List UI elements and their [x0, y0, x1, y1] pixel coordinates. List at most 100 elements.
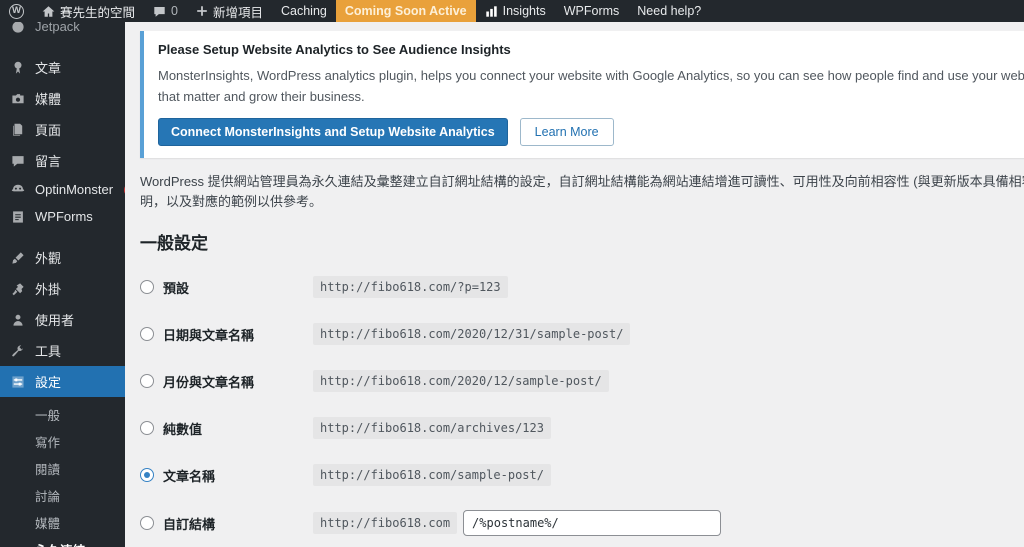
option-row-custom: 自訂結構 http://fibo618.com [140, 510, 1024, 537]
sidebar-item-posts[interactable]: 文章 [0, 52, 125, 83]
sidebar-item-label: OptinMonster [35, 182, 114, 197]
settings-submenu: 一般 寫作 閱讀 討論 媒體 永久連結 隱私權 [0, 397, 125, 547]
sidebar-item-label: 工具 [35, 344, 62, 359]
comment-bubble-icon [10, 154, 26, 168]
wpforms-menu[interactable]: WPForms [555, 0, 629, 22]
site-name-menu[interactable]: 賽先生的空間 [33, 0, 144, 22]
new-content-menu[interactable]: 新增項目 [187, 0, 272, 22]
option-label[interactable]: 純數值 [163, 419, 313, 438]
radio-plain[interactable] [140, 280, 154, 295]
update-count-badge: 1 [124, 182, 125, 197]
wordpress-logo-icon: W [9, 3, 24, 19]
sidebar-item-comments[interactable]: 留言 [0, 145, 125, 176]
sidebar-item-label: 外觀 [35, 251, 62, 266]
custom-structure-input[interactable] [463, 510, 722, 537]
learn-more-button[interactable]: Learn More [519, 117, 614, 146]
sidebar-item-appearance[interactable]: 外觀 [0, 242, 125, 273]
sidebar-item-label: 設定 [35, 375, 62, 390]
url-example: http://fibo618.com/2020/12/sample-post/ [313, 370, 609, 393]
url-prefix: http://fibo618.com [313, 512, 458, 535]
sidebar-item-users[interactable]: 使用者 [0, 304, 125, 335]
option-row-post-name: 文章名稱 http://fibo618.com/sample-post/ [140, 463, 1024, 487]
sidebar-item-label: 媒體 [35, 92, 62, 107]
content-area: Please Setup Website Analytics to See Au… [125, 22, 1024, 547]
sidebar-item-tools[interactable]: 工具 [0, 335, 125, 366]
insights-label: Insights [502, 4, 546, 18]
permalinks-intro: WordPress 提供網站管理員為永久連結及彙整建立自訂網址結構的設定，自訂網… [140, 172, 1024, 212]
new-item-label: 新增項目 [212, 5, 263, 20]
caching-label: Caching [280, 4, 327, 18]
sidebar-item-label: 外掛 [35, 282, 62, 297]
url-example: http://fibo618.com/archives/123 [313, 417, 551, 440]
submenu-general[interactable]: 一般 [0, 401, 125, 428]
option-label[interactable]: 自訂結構 [163, 514, 313, 533]
admin-sidebar: Jetpack 文章 媒體 頁面 留言 OptinMonster 1 [0, 22, 125, 547]
option-label[interactable]: 月份與文章名稱 [163, 372, 313, 391]
radio-post-name[interactable] [140, 468, 154, 483]
wrench-icon [10, 344, 26, 358]
sidebar-item-jetpack[interactable]: Jetpack [0, 22, 125, 40]
plus-icon [196, 5, 208, 17]
notice-title: Please Setup Website Analytics to See Au… [158, 42, 511, 57]
sidebar-item-wpforms[interactable]: WPForms [0, 203, 125, 230]
sidebar-item-label: Jetpack [35, 22, 80, 34]
radio-custom[interactable] [140, 516, 154, 531]
url-example: http://fibo618.com/sample-post/ [313, 464, 551, 487]
sidebar-item-media[interactable]: 媒體 [0, 83, 125, 114]
notice-body-line1: MonsterInsights, WordPress analytics plu… [158, 68, 1024, 83]
optinmonster-icon [10, 183, 26, 197]
comments-count: 0 [171, 4, 178, 18]
paintbrush-icon [10, 251, 26, 265]
bar-chart-icon [485, 5, 498, 18]
media-icon [10, 92, 26, 106]
section-heading: 一般設定 [140, 234, 208, 254]
site-name: 賽先生的空間 [60, 5, 136, 20]
radio-month-name[interactable] [140, 374, 154, 389]
submenu-writing[interactable]: 寫作 [0, 428, 125, 455]
option-label[interactable]: 文章名稱 [163, 466, 313, 485]
submenu-reading[interactable]: 閱讀 [0, 455, 125, 482]
radio-numeric[interactable] [140, 421, 154, 436]
option-row-month-name: 月份與文章名稱 http://fibo618.com/2020/12/sampl… [140, 369, 1024, 393]
sidebar-item-pages[interactable]: 頁面 [0, 114, 125, 145]
intro-line2: 明，以及對應的範例以供參考。 [140, 194, 323, 210]
option-row-plain: 預設 http://fibo618.com/?p=123 [140, 275, 1024, 299]
wpforms-label: WPForms [563, 4, 620, 18]
sidebar-item-optinmonster[interactable]: OptinMonster 1 [0, 176, 125, 203]
submenu-discussion[interactable]: 討論 [0, 482, 125, 509]
pushpin-icon [10, 61, 26, 75]
caching-menu[interactable]: Caching [272, 0, 336, 22]
sidebar-item-label: WPForms [35, 209, 93, 224]
need-help-menu[interactable]: Need help? [628, 0, 710, 22]
wp-logo-menu[interactable]: W [0, 0, 33, 22]
sidebar-item-label: 使用者 [35, 313, 75, 328]
sidebar-item-label: 文章 [35, 61, 62, 76]
sidebar-item-label: 留言 [35, 154, 62, 169]
submenu-permalinks[interactable]: 永久連結 [0, 536, 125, 547]
form-icon [10, 210, 26, 224]
comments-menu[interactable]: 0 [144, 0, 187, 22]
coming-soon-menu[interactable]: Coming Soon Active [335, 0, 476, 22]
jetpack-icon [10, 22, 26, 34]
intro-line1: WordPress 提供網站管理員為永久連結及彙整建立自訂網址結構的設定，自訂網… [140, 172, 1024, 192]
option-label[interactable]: 預設 [163, 278, 313, 297]
settings-icon [10, 375, 26, 389]
permalink-options: 預設 http://fibo618.com/?p=123 日期與文章名稱 htt… [140, 275, 1024, 537]
sidebar-item-settings[interactable]: 設定 [0, 366, 125, 397]
url-example: http://fibo618.com/2020/12/31/sample-pos… [313, 323, 631, 346]
coming-soon-label: Coming Soon Active [344, 4, 467, 18]
user-icon [10, 313, 26, 327]
monsterinsights-notice: Please Setup Website Analytics to See Au… [140, 31, 1024, 158]
connect-monsterinsights-button[interactable]: Connect MonsterInsights and Setup Websit… [158, 117, 508, 146]
sidebar-item-plugins[interactable]: 外掛 [0, 273, 125, 304]
sidebar-item-label: 頁面 [35, 123, 62, 138]
home-icon [42, 5, 55, 18]
plugin-icon [10, 282, 26, 296]
insights-menu[interactable]: Insights [476, 0, 555, 22]
url-example: http://fibo618.com/?p=123 [313, 276, 508, 299]
submenu-media[interactable]: 媒體 [0, 509, 125, 536]
option-label[interactable]: 日期與文章名稱 [163, 325, 313, 344]
radio-day-name[interactable] [140, 327, 154, 342]
notice-body-line2: that matter and grow their business. [158, 89, 365, 105]
option-row-numeric: 純數值 http://fibo618.com/archives/123 [140, 416, 1024, 440]
